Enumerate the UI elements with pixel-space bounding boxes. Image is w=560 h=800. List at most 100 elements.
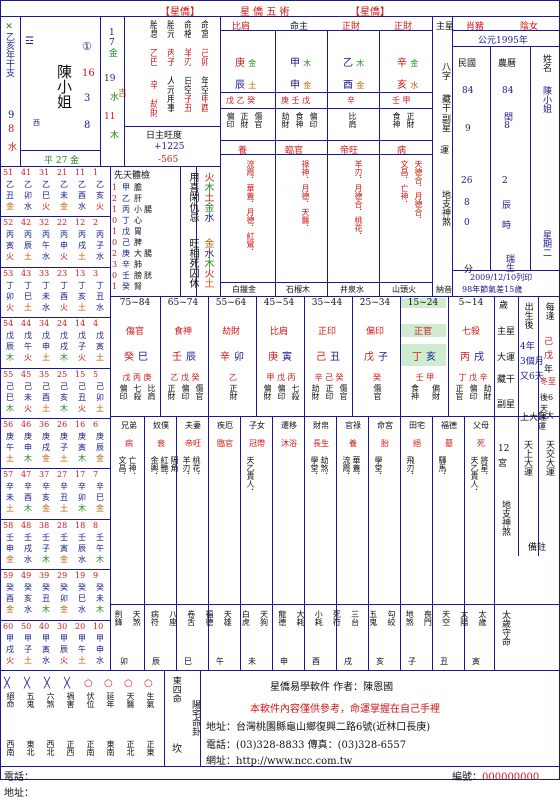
jiazi-num: 32 — [39, 218, 50, 228]
bottom-zhi: 酉 — [312, 657, 320, 666]
palace-changsheng: 絕 — [413, 439, 421, 448]
dayun-god: 正官 — [400, 324, 446, 337]
year-ganzhi-strip: ✕乙亥年干支 — [4, 22, 14, 77]
jiazi-gan: 戊 — [78, 331, 86, 341]
jiazi-row-line — [0, 367, 110, 369]
profile-bottom-note: 平 27 金 — [44, 156, 80, 166]
dayun-zhi: 辰 — [186, 352, 196, 363]
jiazi-elem: 火 — [24, 403, 32, 413]
dayun-col-line — [352, 296, 353, 416]
palace-shensha: 天乙貴人． — [246, 456, 255, 496]
mid-num-3: 8 — [84, 120, 91, 131]
jiazi-row-line — [0, 216, 110, 218]
jiazi-elem: 木 — [60, 353, 68, 363]
gan-4: 辛 金 — [397, 58, 419, 69]
dayun-fu: 食神 偏財 — [404, 384, 446, 400]
bottom-star: 病符 — [150, 610, 160, 626]
bottom-num-1: 9 — [8, 110, 15, 121]
jiazi-elem: 木 — [96, 554, 104, 564]
client-name: 陳小姐 — [55, 64, 73, 109]
jiazi-gan: 丁 — [6, 280, 14, 290]
jiazi-num: 49 — [21, 571, 32, 581]
palace-name: 夫妻 — [185, 421, 201, 430]
cang-1: 戊 乙 癸 — [226, 96, 256, 105]
software-credit: 星僑易學軟件 作者：陳恩國 — [270, 682, 394, 693]
jiazi-num: 46 — [21, 420, 32, 429]
bottom-star: 勾絞 — [387, 610, 396, 626]
jiazi-elem: 木 — [6, 353, 14, 363]
jiazi-elem: 水 — [24, 202, 32, 211]
jiazi-zhi: 丑 — [78, 392, 86, 402]
dayun-fu: 偏財 偏印 七殺 — [260, 384, 302, 400]
label-fuxing: 副星 — [440, 114, 450, 132]
dayun-canggan: 藏干 — [497, 375, 516, 385]
bottom-star: 八座 — [168, 610, 178, 626]
minguo-label: 民國 — [458, 59, 477, 69]
jiazi-gan: 丙 — [96, 230, 104, 240]
dayun-god: 傷官 — [125, 327, 144, 337]
mid-num-2: 3 — [84, 93, 91, 104]
bottom-star: 喪門 — [423, 610, 433, 626]
fu-2a: 劫財 — [281, 112, 290, 128]
every-year-label: 每逢 — [543, 302, 554, 320]
shensha-3: 羊刃．月德合．桃花． — [354, 160, 363, 240]
circled-number: ① — [82, 40, 92, 53]
jiazi-zhi: 未 — [60, 191, 68, 200]
xiantian-row: 0己脾 — [112, 237, 154, 248]
jiazi-elem: 火 — [6, 302, 14, 312]
xiantian-stem: 己 — [122, 238, 130, 247]
dayun-cang: 戊 丙 庚 — [122, 373, 152, 382]
palace-name: 父母 — [473, 421, 489, 430]
jiazi-zhi: 亥 — [60, 392, 68, 402]
jiazi-gan: 乙 — [6, 180, 14, 189]
jiazi-elem: 火 — [42, 202, 50, 211]
dayun-fu: 正官 偏印 劫財 — [452, 384, 494, 400]
jiazi-elem: 火 — [60, 252, 68, 262]
pillar-small-4: 己卯 — [199, 48, 208, 66]
jiazi-gan: 癸 — [96, 583, 104, 593]
shensha-4b: 天德合．月德合． — [414, 160, 423, 224]
bottom-zhi: 子 — [408, 657, 416, 666]
year-mg: 84 — [462, 86, 474, 96]
jiazi-elem: 土 — [96, 403, 104, 413]
jiazi-num: 8 — [93, 520, 99, 530]
jiazi-zhi: 寅 — [96, 342, 104, 352]
jiazi-zhi: 申 — [60, 241, 68, 251]
company-phone: 電話：(03)328-8833 傳真：(03)328-6557 — [206, 740, 407, 751]
palace-changsheng: 養 — [349, 439, 357, 448]
jiazi-zhi: 子 — [78, 342, 86, 352]
palace-shensha: 華蓋． — [352, 456, 361, 480]
footer-mark-symbol: ╳ — [44, 678, 51, 689]
jiazi-elem: 木 — [60, 403, 68, 413]
dayun-cang: 甲 戊 丙 — [266, 373, 296, 382]
bottom-zhi: 辰 — [152, 657, 160, 666]
footer-mark-symbol: ○ — [124, 678, 133, 689]
serial-label: 編號：000000000 — [452, 772, 540, 783]
dayun-fu-item: 七殺 — [133, 384, 142, 400]
bottom-zhi: 卯 — [120, 657, 128, 666]
company-address: 地址：台灣桃園縣龜山鄉復興二路6號(近林口長庚) — [206, 722, 431, 733]
hour-mg: 8 — [464, 198, 470, 208]
jiazi-zhi: 子 — [24, 644, 32, 654]
palace-name: 兄弟 — [121, 421, 137, 430]
xiantian-stem: 辛 — [122, 260, 130, 269]
jiazi-zhi: 酉 — [6, 594, 14, 604]
change-dayun: 交大運 — [538, 411, 554, 431]
xiantian-stem: 庚 — [122, 249, 130, 258]
dayun-fu-item: 食神 — [410, 384, 420, 400]
beizhu-label: 備註 — [528, 543, 547, 553]
xiantian-organ: 大 — [134, 249, 142, 258]
jiazi-gan: 壬 — [60, 532, 68, 542]
jiazi-num: 10 — [93, 621, 104, 631]
jiazi-zhi: 亥 — [96, 191, 104, 200]
jiazi-elem: 土 — [60, 454, 68, 463]
jiazi-num: 3 — [93, 268, 99, 278]
jiazi-row-line — [0, 569, 110, 571]
palace-col-line — [176, 416, 177, 670]
dayun-fu: 正財 — [212, 384, 254, 400]
jiazi-elem: 土 — [6, 504, 14, 514]
jiazi-gan: 壬 — [6, 532, 14, 542]
jiazi-elem: 木 — [24, 454, 32, 463]
jiazi-elem: 金 — [60, 202, 68, 211]
cang-3: 辛 — [347, 96, 355, 105]
